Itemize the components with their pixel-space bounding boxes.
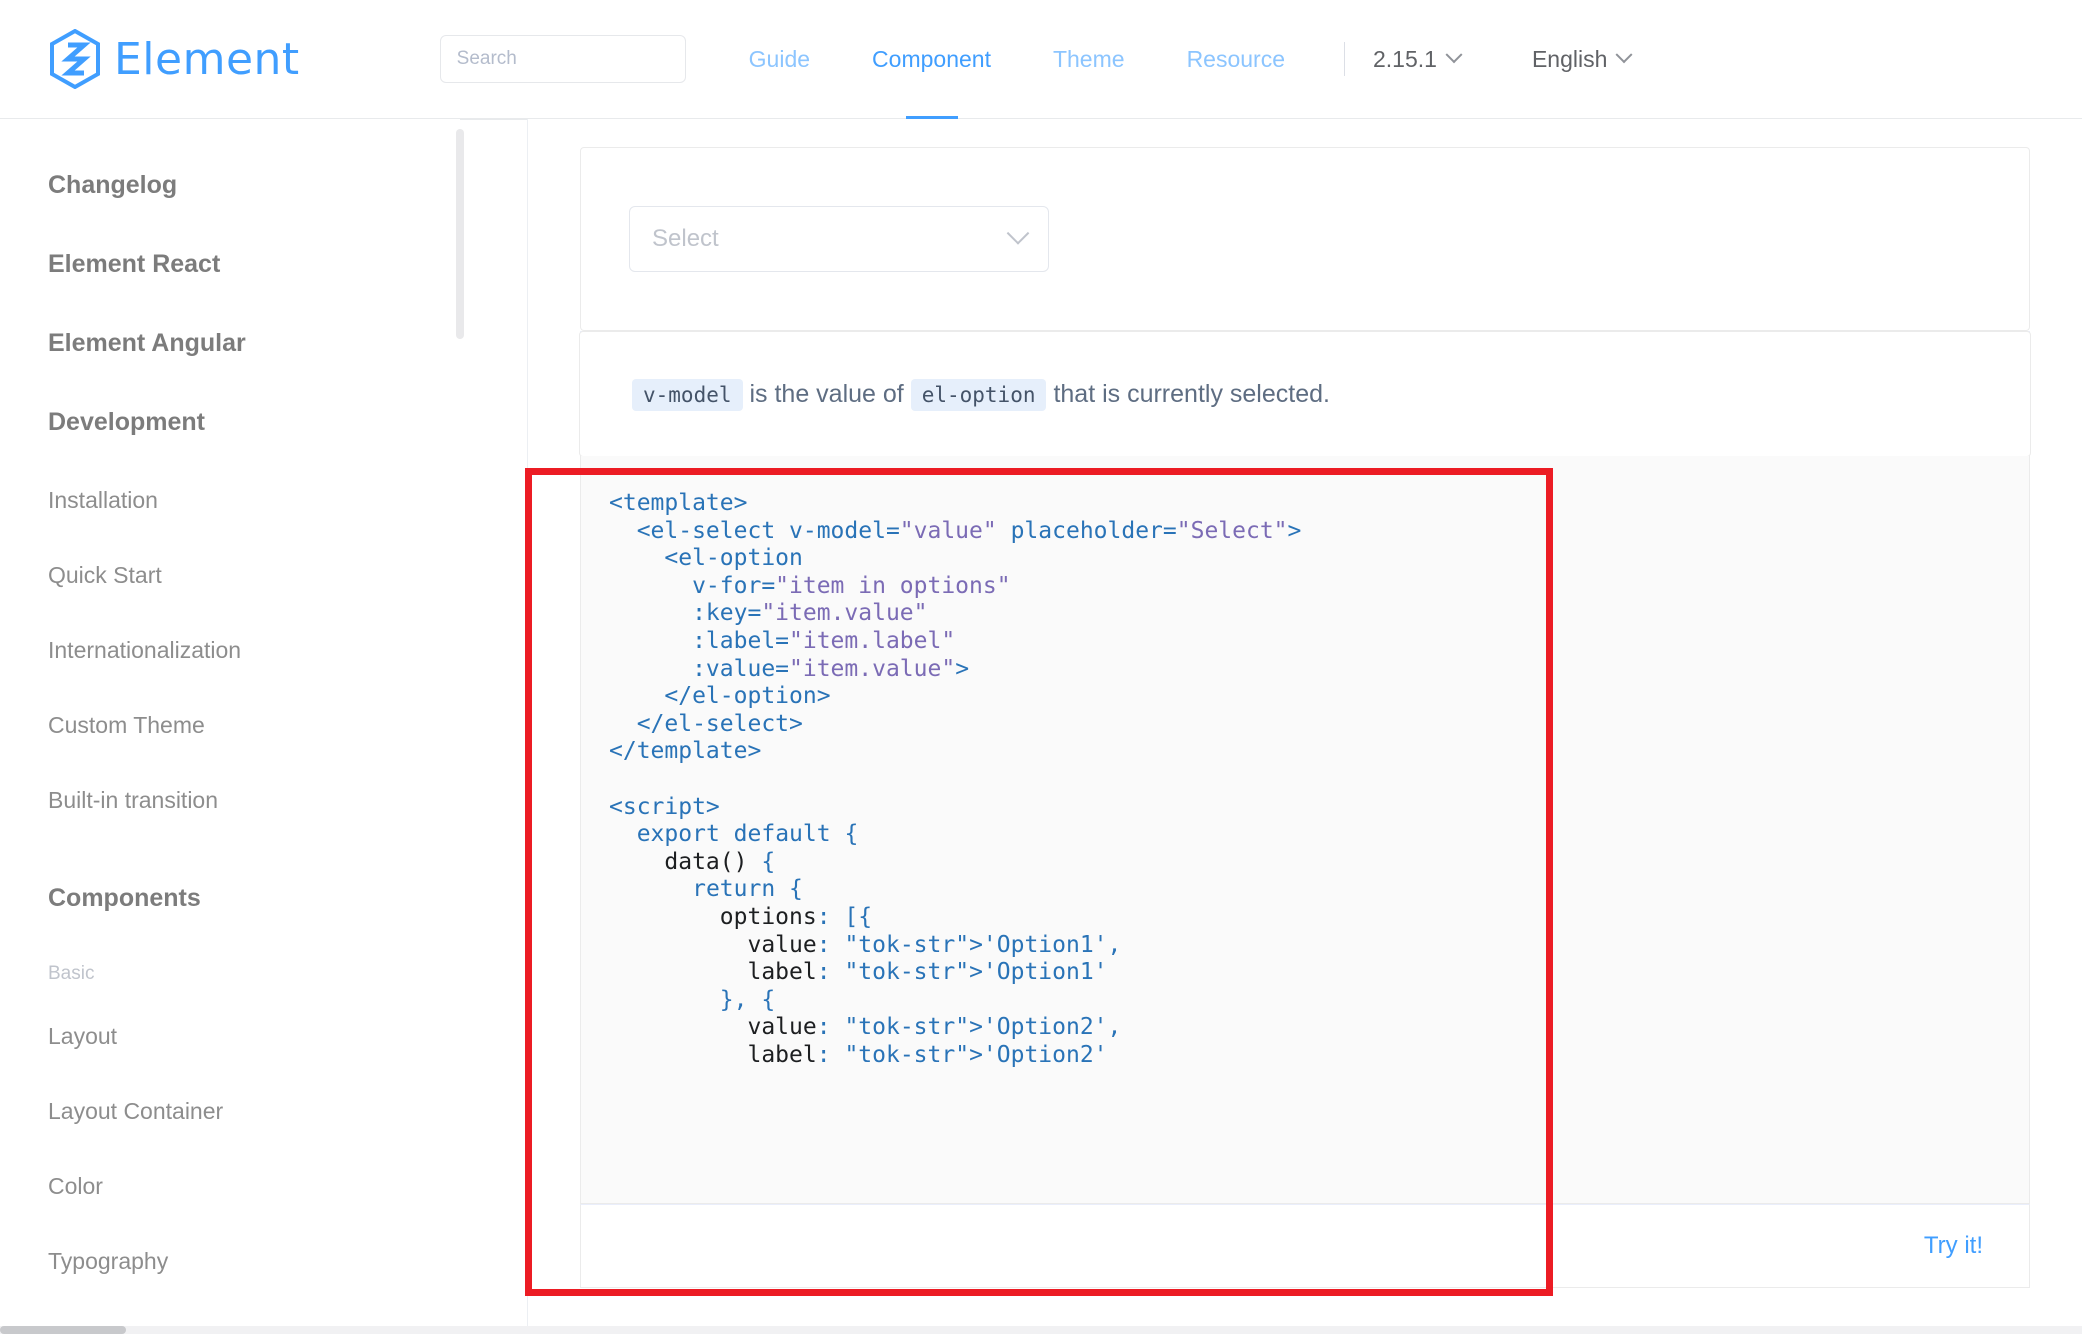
demo-description-wrap: v-model is the value of el-option that i… bbox=[579, 331, 2031, 457]
sidebar-item-installation[interactable]: Installation bbox=[0, 487, 460, 514]
chevron-down-icon bbox=[1006, 222, 1030, 245]
sidebar-item-changelog[interactable]: Changelog bbox=[0, 171, 460, 200]
sidebar-label: Layout bbox=[48, 1023, 118, 1049]
demo-description: v-model is the value of el-option that i… bbox=[579, 331, 2031, 457]
nav-item-theme[interactable]: Theme bbox=[1022, 0, 1156, 119]
inline-code-el-option: el-option bbox=[910, 379, 1047, 411]
brand-name: Element bbox=[114, 33, 300, 85]
nav-label-guide: Guide bbox=[748, 45, 811, 72]
sidebar-item-element-angular[interactable]: Element Angular bbox=[0, 329, 460, 358]
sidebar-label: Custom Theme bbox=[48, 712, 205, 738]
header-divider bbox=[1344, 42, 1345, 76]
sidebar-label: Changelog bbox=[48, 171, 178, 199]
code-block-wrap: <template> <el-select v-model="value" pl… bbox=[580, 456, 2030, 1204]
main-nav: Guide Component Theme Resource bbox=[718, 0, 1316, 119]
sidebar-item-layout[interactable]: Layout bbox=[0, 1023, 460, 1050]
language-label: English bbox=[1531, 45, 1608, 72]
sidebar-label: Built-in transition bbox=[48, 787, 219, 813]
chevron-down-icon bbox=[1445, 46, 1463, 64]
sidebar-item-quick-start[interactable]: Quick Start bbox=[0, 562, 460, 589]
try-it-bar: Try it! bbox=[580, 1204, 2030, 1288]
nav-item-component[interactable]: Component bbox=[841, 0, 1022, 119]
nav-item-resource[interactable]: Resource bbox=[1156, 0, 1316, 119]
demo-card: Select bbox=[580, 147, 2030, 331]
sidebar-label: Element Angular bbox=[48, 329, 246, 357]
brand-logo[interactable]: Element bbox=[48, 29, 300, 89]
sidebar-item-typography[interactable]: Typography bbox=[0, 1248, 460, 1275]
sidebar: Changelog Element React Element Angular … bbox=[0, 119, 460, 1334]
sidebar-label: Development bbox=[48, 408, 205, 436]
search-input[interactable] bbox=[456, 48, 669, 70]
sidebar-label: Layout Container bbox=[48, 1098, 224, 1124]
content-area: Select v-model is the value of el-option… bbox=[528, 119, 2082, 1334]
horizontal-scrollbar-track[interactable] bbox=[0, 1326, 2082, 1334]
sidebar-label: Element React bbox=[48, 250, 221, 278]
element-hexagon-logo-icon bbox=[50, 29, 100, 89]
sidebar-label: Internationalization bbox=[48, 637, 242, 663]
sidebar-item-element-react[interactable]: Element React bbox=[0, 250, 460, 279]
chevron-down-icon bbox=[1615, 46, 1633, 64]
description-text-1: is the value of bbox=[749, 380, 904, 408]
sidebar-item-color[interactable]: Color bbox=[0, 1173, 460, 1200]
sidebar-item-internationalization[interactable]: Internationalization bbox=[0, 637, 460, 664]
version-selector[interactable]: 2.15.1 bbox=[1373, 45, 1463, 73]
description-text-2: that is currently selected. bbox=[1053, 380, 1330, 408]
version-label: 2.15.1 bbox=[1373, 45, 1437, 72]
nav-label-component: Component bbox=[872, 45, 991, 72]
sidebar-item-built-in-transition[interactable]: Built-in transition bbox=[0, 787, 460, 814]
nav-label-theme: Theme bbox=[1052, 45, 1125, 72]
sidebar-label: Basic bbox=[48, 963, 95, 984]
sidebar-item-custom-theme[interactable]: Custom Theme bbox=[0, 712, 460, 739]
sidebar-label: Components bbox=[48, 884, 201, 912]
language-selector[interactable]: English bbox=[1531, 45, 1633, 73]
sidebar-label: Color bbox=[48, 1173, 103, 1199]
select-placeholder: Select bbox=[652, 225, 719, 252]
site-header: Element Guide Component Theme Resource 2… bbox=[0, 0, 2082, 119]
sidebar-item-layout-container[interactable]: Layout Container bbox=[0, 1098, 460, 1125]
horizontal-scrollbar-thumb[interactable] bbox=[0, 1326, 126, 1334]
search-box[interactable] bbox=[439, 35, 686, 83]
page-body: Changelog Element React Element Angular … bbox=[0, 119, 2082, 1334]
nav-item-guide[interactable]: Guide bbox=[718, 0, 841, 119]
inline-code-v-model: v-model bbox=[632, 379, 743, 411]
sidebar-label: Quick Start bbox=[48, 562, 162, 588]
sidebar-section-basic: Basic bbox=[0, 963, 460, 985]
sidebar-item-development[interactable]: Development bbox=[0, 408, 460, 437]
code-block: <template> <el-select v-model="value" pl… bbox=[609, 490, 1302, 1068]
try-it-button[interactable]: Try it! bbox=[1924, 1232, 1983, 1260]
sidebar-item-components[interactable]: Components bbox=[0, 884, 460, 913]
nav-label-resource: Resource bbox=[1186, 45, 1285, 72]
select-input[interactable]: Select bbox=[629, 206, 1049, 272]
sidebar-label: Installation bbox=[48, 487, 158, 513]
demo-preview: Select bbox=[581, 148, 2029, 330]
sidebar-scrollbar[interactable] bbox=[456, 129, 464, 339]
sidebar-label: Typography bbox=[48, 1248, 169, 1274]
